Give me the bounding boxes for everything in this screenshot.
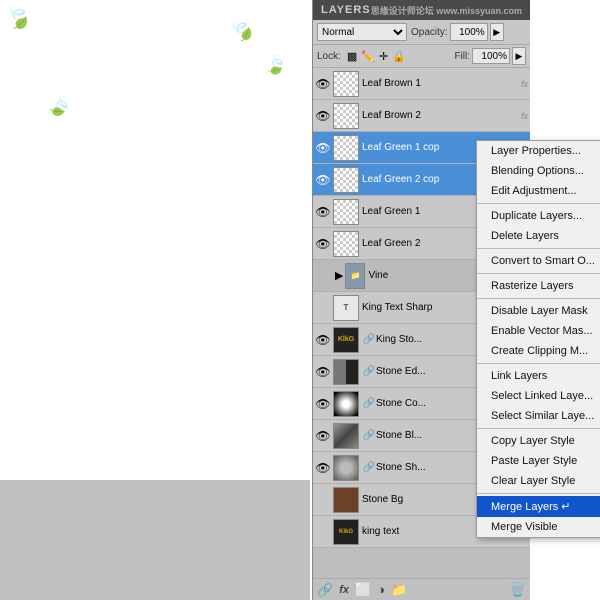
panel-header: LAYERS 思缘设计师论坛 www.missyuan.com	[313, 0, 530, 20]
layer-row[interactable]: 👁 Leaf Brown 1 fx	[313, 68, 530, 100]
eye-icon[interactable]: 👁	[315, 205, 331, 219]
layer-thumbnail	[333, 231, 359, 257]
menu-item-convert-smart[interactable]: Convert to Smart O...	[477, 251, 600, 271]
fill-arrow[interactable]: ▶	[512, 47, 526, 65]
menu-item-delete-layers[interactable]: Delete Layers	[477, 226, 600, 246]
menu-item-clear-style[interactable]: Clear Layer Style	[477, 471, 600, 491]
menu-item-disable-mask[interactable]: Disable Layer Mask	[477, 301, 600, 321]
leaf-decoration-1: 🍃	[225, 13, 260, 48]
leaf-decoration-4: 🍃	[44, 91, 77, 124]
menu-item-merge-layers[interactable]: Merge Layers ↵	[477, 496, 600, 517]
fill-input[interactable]	[472, 48, 510, 64]
menu-item-paste-style[interactable]: Paste Layer Style	[477, 451, 600, 471]
leaf-decoration-2: 🍃	[263, 53, 289, 78]
link-icon: 🔗	[362, 462, 376, 473]
menu-item-rasterize[interactable]: Rasterize Layers	[477, 276, 600, 296]
mask-icon[interactable]: ⬜	[355, 582, 371, 598]
link-icon: 🔗	[362, 366, 376, 377]
layer-thumbnail	[333, 423, 359, 449]
lock-label: Lock:	[317, 51, 341, 62]
menu-item-link-layers[interactable]: Link Layers	[477, 366, 600, 386]
fill-box: Fill: ▶	[454, 47, 526, 65]
menu-separator	[477, 428, 600, 429]
eye-icon[interactable]: 👁	[315, 429, 331, 443]
panel-lock-row: Lock: ▩ ✏️ ✛ 🔒 Fill: ▶	[313, 45, 530, 68]
link-icon: 🔗	[362, 430, 376, 441]
layer-thumbnail	[333, 135, 359, 161]
layer-thumbnail	[333, 391, 359, 417]
eye-icon[interactable]: 👁	[315, 109, 331, 123]
opacity-box: Opacity: ▶	[411, 23, 504, 41]
menu-item-select-similar[interactable]: Select Similar Laye...	[477, 406, 600, 426]
menu-item-create-clipping[interactable]: Create Clipping M...	[477, 341, 600, 361]
eye-icon[interactable]: 👁	[315, 173, 331, 187]
menu-item-enable-vector[interactable]: Enable Vector Mas...	[477, 321, 600, 341]
canvas-bottom-gray	[0, 480, 310, 600]
menu-separator	[477, 248, 600, 249]
fx-icon[interactable]: fx	[339, 584, 349, 596]
menu-separator	[477, 203, 600, 204]
menu-item-select-linked[interactable]: Select Linked Laye...	[477, 386, 600, 406]
menu-item-merge-visible[interactable]: Merge Visible	[477, 517, 600, 537]
layer-thumbnail	[333, 359, 359, 385]
link-icon: 🔗	[362, 398, 376, 409]
new-layer-icon[interactable]: 🗑️	[510, 582, 526, 598]
link-layers-icon[interactable]: 🔗	[317, 582, 333, 598]
eye-icon[interactable]: 👁	[315, 77, 331, 91]
folder-arrow-icon[interactable]: ▶	[335, 269, 343, 282]
layer-thumbnail: T	[333, 295, 359, 321]
layer-thumbnail	[333, 455, 359, 481]
menu-item-layer-properties[interactable]: Layer Properties...	[477, 141, 600, 161]
panel-watermark: 思缘设计师论坛 www.missyuan.com	[371, 4, 522, 17]
eye-icon[interactable]: 👁	[315, 237, 331, 251]
lock-position-icon[interactable]: ✛	[379, 50, 388, 63]
opacity-label: Opacity:	[411, 27, 448, 38]
menu-item-edit-adjustment[interactable]: Edit Adjustment...	[477, 181, 600, 201]
link-icon: 🔗	[362, 334, 376, 345]
blend-mode-select[interactable]: Normal Multiply Screen	[317, 23, 407, 41]
layer-thumbnail	[333, 167, 359, 193]
menu-separator	[477, 298, 600, 299]
layer-thumbnail	[333, 103, 359, 129]
menu-separator	[477, 363, 600, 364]
menu-separator	[477, 493, 600, 494]
menu-separator	[477, 273, 600, 274]
opacity-arrow[interactable]: ▶	[490, 23, 504, 41]
layer-thumbnail: KlkG	[333, 327, 359, 353]
lock-transparent-icon[interactable]: ▩	[347, 50, 357, 63]
fx-badge: fx	[521, 111, 528, 121]
lock-all-icon[interactable]: 🔒	[392, 50, 406, 63]
layer-thumbnail	[333, 487, 359, 513]
fill-label: Fill:	[454, 51, 470, 62]
panel-title: LAYERS	[321, 4, 371, 16]
leaf-decoration-3: 🍃	[1, 1, 36, 35]
eye-icon[interactable]: 👁	[315, 365, 331, 379]
lock-image-icon[interactable]: ✏️	[361, 50, 375, 63]
eye-icon[interactable]: 👁	[315, 141, 331, 155]
eye-icon[interactable]: 👁	[315, 333, 331, 347]
fx-badge: fx	[521, 79, 528, 89]
layer-name: Leaf Brown 2	[362, 110, 519, 121]
new-group-icon[interactable]: 📁	[391, 582, 407, 598]
menu-item-duplicate-layers[interactable]: Duplicate Layers...	[477, 206, 600, 226]
lock-icons: ▩ ✏️ ✛ 🔒	[347, 50, 406, 63]
opacity-input[interactable]	[450, 23, 488, 41]
layer-thumbnail: KlkG	[333, 519, 359, 545]
adjustment-icon[interactable]: ◑	[377, 582, 385, 597]
eye-icon[interactable]: 👁	[315, 397, 331, 411]
layer-thumbnail	[333, 199, 359, 225]
context-menu: Layer Properties... Blending Options... …	[476, 140, 600, 538]
menu-item-blending-options[interactable]: Blending Options...	[477, 161, 600, 181]
menu-item-copy-style[interactable]: Copy Layer Style	[477, 431, 600, 451]
canvas-area: 🍃 🍃 🍃 🍃	[0, 0, 310, 600]
layer-thumbnail	[333, 71, 359, 97]
panel-footer: 🔗 fx ⬜ ◑ 📁 🗑️	[313, 578, 530, 600]
eye-icon[interactable]: 👁	[315, 461, 331, 475]
layer-row[interactable]: 👁 Leaf Brown 2 fx	[313, 100, 530, 132]
panel-controls: Normal Multiply Screen Opacity: ▶	[313, 20, 530, 45]
folder-thumbnail: 📁	[345, 263, 365, 289]
layer-name: Leaf Brown 1	[362, 78, 519, 89]
